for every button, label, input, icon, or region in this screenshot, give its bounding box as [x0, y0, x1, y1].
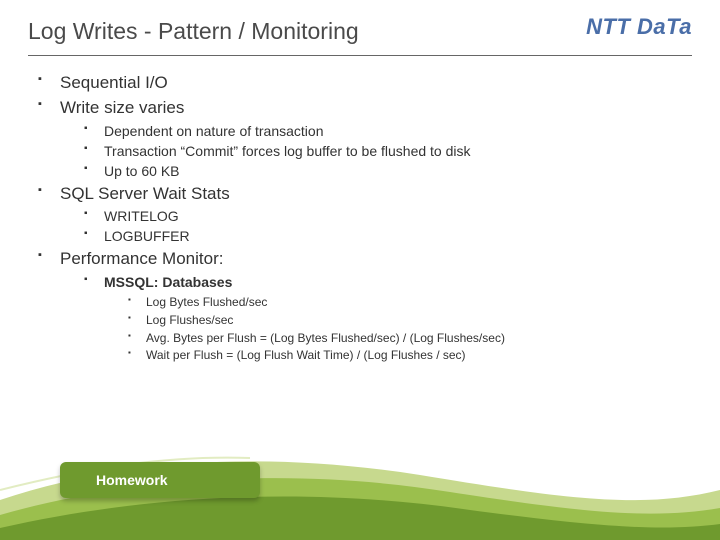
subbullet-commit: Transaction “Commit” forces log buffer t…: [84, 142, 692, 161]
slide-title: Log Writes - Pattern / Monitoring: [28, 18, 359, 45]
bullet-sequential-io: Sequential I/O: [38, 72, 692, 95]
subbullet-60kb: Up to 60 KB: [84, 162, 692, 181]
subbullet-dependent: Dependent on nature of transaction: [84, 122, 692, 141]
content-area: Sequential I/O Write size varies Depende…: [0, 72, 720, 364]
subbullet-mssql: MSSQL: Databases Log Bytes Flushed/sec L…: [84, 273, 692, 364]
header: Log Writes - Pattern / Monitoring NTT Da…: [0, 0, 720, 55]
subbullet-mssql-label: MSSQL: Databases: [104, 274, 232, 290]
homework-banner: Homework: [60, 462, 260, 498]
homework-label: Homework: [96, 472, 168, 488]
sub3-wait-flush: Wait per Flush = (Log Flush Wait Time) /…: [128, 347, 692, 364]
bullet-wait-stats-label: SQL Server Wait Stats: [60, 184, 230, 203]
bullet-perfmon-label: Performance Monitor:: [60, 249, 223, 268]
bullet-perfmon: Performance Monitor: MSSQL: Databases Lo…: [38, 248, 692, 364]
sub3-log-bytes: Log Bytes Flushed/sec: [128, 294, 692, 311]
sub3-avg-bytes: Avg. Bytes per Flush = (Log Bytes Flushe…: [128, 330, 692, 347]
bullet-write-size: Write size varies Dependent on nature of…: [38, 97, 692, 181]
bullet-wait-stats: SQL Server Wait Stats WRITELOG LOGBUFFER: [38, 183, 692, 247]
ntt-data-logo: NTT DaTa: [586, 14, 692, 40]
sub3-log-flushes: Log Flushes/sec: [128, 312, 692, 329]
bullet-write-size-label: Write size varies: [60, 98, 184, 117]
subbullet-writelog: WRITELOG: [84, 207, 692, 226]
title-divider: [28, 55, 692, 56]
subbullet-logbuffer: LOGBUFFER: [84, 227, 692, 246]
